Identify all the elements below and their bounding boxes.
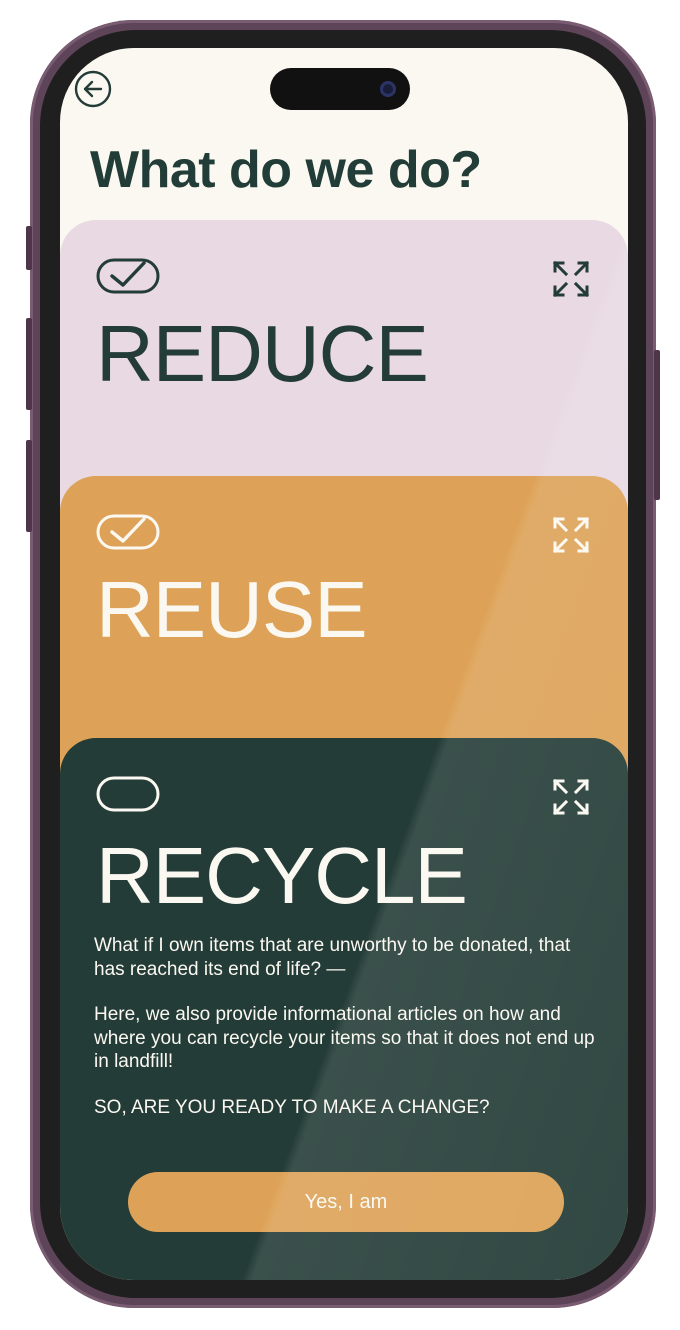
check-pill-icon[interactable] [96,258,160,294]
mute-switch [26,226,32,270]
recycle-paragraph-question: What if I own items that are unworthy to… [94,935,571,980]
card-recycle[interactable]: RECYCLE What if I own items that are unw… [60,738,628,1280]
expand-arrows-icon[interactable] [552,260,590,298]
power-button [654,350,660,500]
volume-up-button [26,318,32,410]
arrow-left-circle-icon[interactable] [74,70,112,108]
dynamic-island [270,68,410,110]
empty-pill-icon[interactable] [96,776,160,812]
recycle-description: What if I own items that are unworthy to… [94,934,604,1141]
card-title-recycle: RECYCLE [96,831,468,920]
yes-i-am-button[interactable]: Yes, I am [128,1172,564,1232]
expand-arrows-icon[interactable] [552,516,590,554]
screen: What do we do? REDUCE REUSE RECYCLE What… [60,48,628,1280]
page-title: What do we do? [90,141,482,199]
volume-down-button [26,440,32,532]
check-pill-icon[interactable] [96,514,160,550]
recycle-paragraph-info: Here, we also provide informational arti… [94,1004,595,1073]
expand-arrows-icon[interactable] [552,778,590,816]
card-title-reuse: REUSE [96,565,368,654]
card-title-reduce: REDUCE [96,309,429,398]
recycle-paragraph-cta: SO, ARE YOU READY TO MAKE A CHANGE? [94,1096,490,1118]
camera-lens [380,81,396,97]
